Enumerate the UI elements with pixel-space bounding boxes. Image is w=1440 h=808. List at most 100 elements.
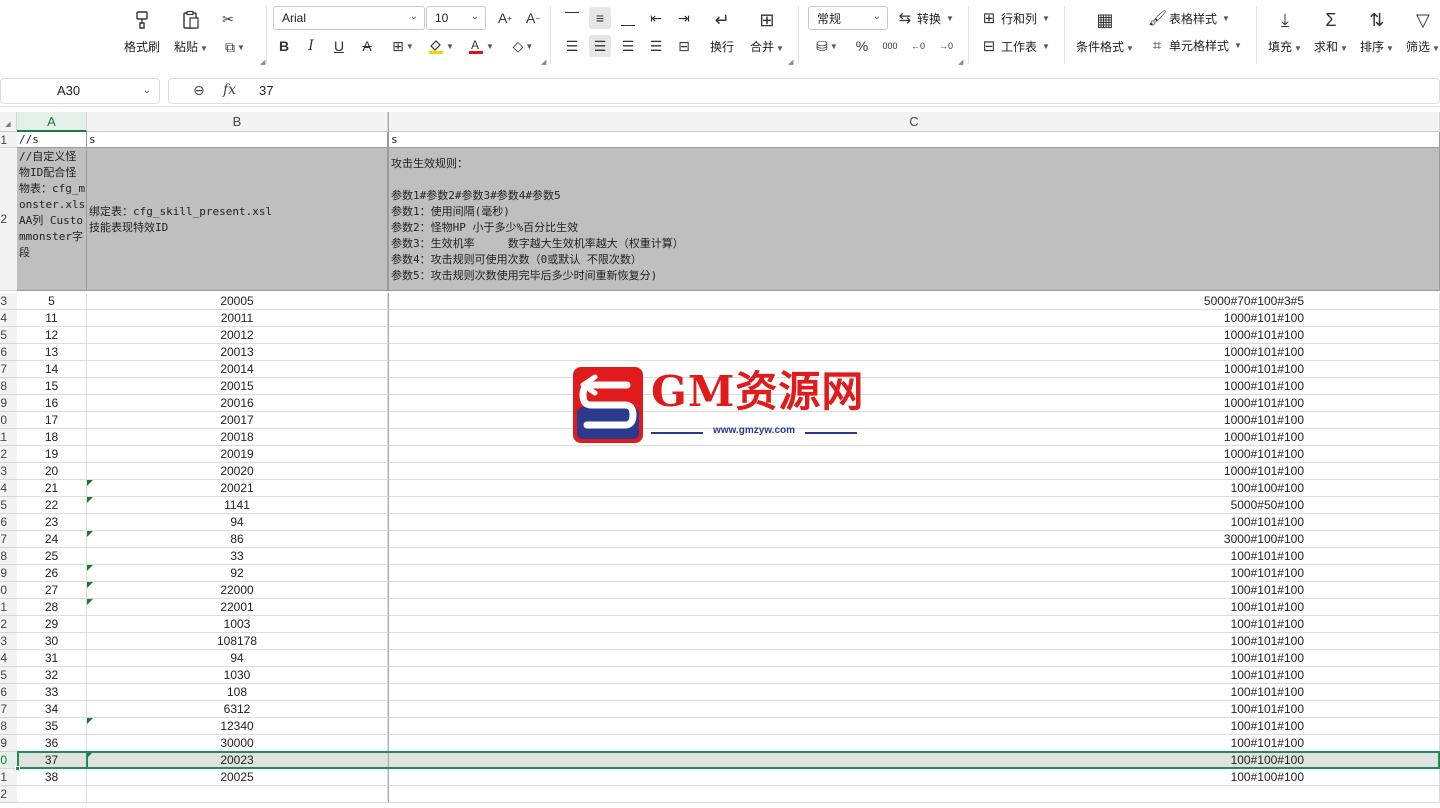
row-header[interactable]: 13 [0,463,17,480]
cell-c[interactable]: 100#101#100 [388,582,1440,599]
cell-a[interactable]: 11 [17,310,87,327]
cell-a[interactable]: 38 [17,769,87,786]
cell-c[interactable]: 1000#101#100 [388,446,1440,463]
cell-b[interactable]: 20014 [87,361,388,378]
sum-button[interactable]: Σ 求和 ▼ [1314,8,1348,55]
fx-icon[interactable]: fx [223,82,236,98]
cell-b[interactable]: 33 [87,548,388,565]
chevron-down-icon[interactable]: ⌄ [143,79,151,103]
zoom-icon[interactable]: ⊖ [193,82,205,99]
cell-a[interactable]: 27 [17,582,87,599]
row-header[interactable]: 10 [0,412,17,429]
cell-b[interactable]: 20021 [87,480,388,497]
cell-a[interactable]: 24 [17,531,87,548]
font-size-dropdown[interactable]: 10 ⌄ [426,6,486,30]
row-header[interactable]: 6 [0,344,17,361]
row-header[interactable]: 9 [0,395,17,412]
cell-c[interactable]: 100#101#100 [388,599,1440,616]
cell-c[interactable]: 100#101#100 [388,667,1440,684]
sort-button[interactable]: ⇅ 排序 ▼ [1360,8,1394,55]
cell-a[interactable]: 12 [17,327,87,344]
column-header-a[interactable]: A [17,112,87,132]
cell-b[interactable]: 20015 [87,378,388,395]
align-center-icon[interactable]: ☰ [589,35,611,57]
cell-a[interactable]: 36 [17,735,87,752]
cell-b[interactable]: 1141 [87,497,388,514]
column-header-c[interactable]: C [388,112,1440,132]
increase-decimal-icon[interactable]: ←0 [907,35,929,57]
row-header[interactable]: 1 [0,132,17,148]
cell-b[interactable]: 94 [87,514,388,531]
font-color-icon[interactable]: A ▼ [466,35,496,57]
cell-a[interactable]: 19 [17,446,87,463]
cell-b[interactable]: 20005 [87,293,388,310]
convert-button[interactable]: ⇆ 转换 ▼ [896,9,954,27]
row-header[interactable]: 26 [0,684,17,701]
cell-a[interactable]: 13 [17,344,87,361]
cell-c[interactable]: 5000#70#100#3#5 [388,293,1440,310]
spreadsheet-grid[interactable]: ◢ A B C //s s s//自定义怪物ID配合怪物表：cfg_monster.… [0,112,1440,808]
row-header[interactable]: 14 [0,480,17,497]
cell-b[interactable]: 20019 [87,446,388,463]
row-header[interactable]: 16 [0,514,17,531]
formula-input[interactable]: ⊖ fx 37 [168,78,1440,104]
cell-c[interactable]: 1000#101#100 [388,344,1440,361]
cell-b[interactable]: 20016 [87,395,388,412]
cell-b[interactable]: 12340 [87,718,388,735]
row-header[interactable]: 4 [0,310,17,327]
row-header[interactable]: 25 [0,667,17,684]
row-header[interactable]: 27 [0,701,17,718]
cell-style-button[interactable]: ⌗ 单元格样式 ▼ [1148,37,1242,54]
cell-b[interactable]: 86 [87,531,388,548]
row-header[interactable]: 2 [0,148,17,291]
cell-a[interactable] [17,786,87,803]
cell-c[interactable]: 100#100#100 [388,480,1440,497]
italic-icon[interactable]: I [300,35,322,57]
align-middle-icon[interactable]: ≡ [589,7,611,29]
row-header[interactable]: 7 [0,361,17,378]
cell-a[interactable]: //自定义怪物ID配合怪物表：cfg_monster.xls AA列 Custo… [17,148,87,291]
cell-c[interactable]: 100#101#100 [388,718,1440,735]
cell-b[interactable]: 108178 [87,633,388,650]
copy-icon[interactable]: ⧉ ▼ [220,36,250,58]
conditional-format-button[interactable]: ▦ 条件格式 ▼ [1076,8,1134,55]
cell-b[interactable]: 22001 [87,599,388,616]
cell-c[interactable]: 1000#101#100 [388,327,1440,344]
cell-c[interactable]: 1000#101#100 [388,378,1440,395]
cell-c[interactable]: 100#101#100 [388,650,1440,667]
cell-c[interactable]: 100#101#100 [388,684,1440,701]
column-header-b[interactable]: B [87,112,388,132]
cell-b[interactable]: 22000 [87,582,388,599]
bold-icon[interactable]: B [273,35,295,57]
border-icon[interactable]: ⊞ ▼ [388,35,418,57]
filter-button[interactable]: ▽ 筛选 ▼ [1406,8,1440,55]
cell-c[interactable]: 100#101#100 [388,565,1440,582]
cell-b[interactable]: s [87,132,388,148]
cell-b[interactable]: 20018 [87,429,388,446]
cell-a[interactable]: 34 [17,701,87,718]
cell-c[interactable]: 1000#101#100 [388,463,1440,480]
row-header[interactable]: 28 [0,718,17,735]
justify-icon[interactable]: ☰ [645,35,667,57]
row-header[interactable]: 32 [0,786,17,803]
cell-b[interactable]: 108 [87,684,388,701]
cell-a[interactable]: 35 [17,718,87,735]
row-header[interactable]: 20 [0,582,17,599]
cell-c[interactable]: 1000#101#100 [388,310,1440,327]
cell-c[interactable]: 100#100#100 [388,769,1440,786]
currency-icon[interactable]: ⛁ ▼ [812,35,842,57]
align-bottom-icon[interactable]: ⎽ [617,7,639,29]
cell-b[interactable]: 20023 [87,752,388,769]
font-name-dropdown[interactable]: Arial ⌄ [273,6,425,30]
cut-icon[interactable]: ✂ [217,8,239,30]
fill-color-icon[interactable]: ▼ [426,35,456,57]
cell-a[interactable]: //s [17,132,87,148]
cell-c[interactable]: 100#101#100 [388,548,1440,565]
row-header[interactable]: 3 [0,293,17,310]
strikethrough-icon[interactable]: A [356,35,378,57]
row-header[interactable]: 29 [0,735,17,752]
percent-icon[interactable]: % [851,35,873,57]
cell-a[interactable]: 26 [17,565,87,582]
decrease-decimal-icon[interactable]: →0 [935,35,957,57]
cell-a[interactable]: 22 [17,497,87,514]
